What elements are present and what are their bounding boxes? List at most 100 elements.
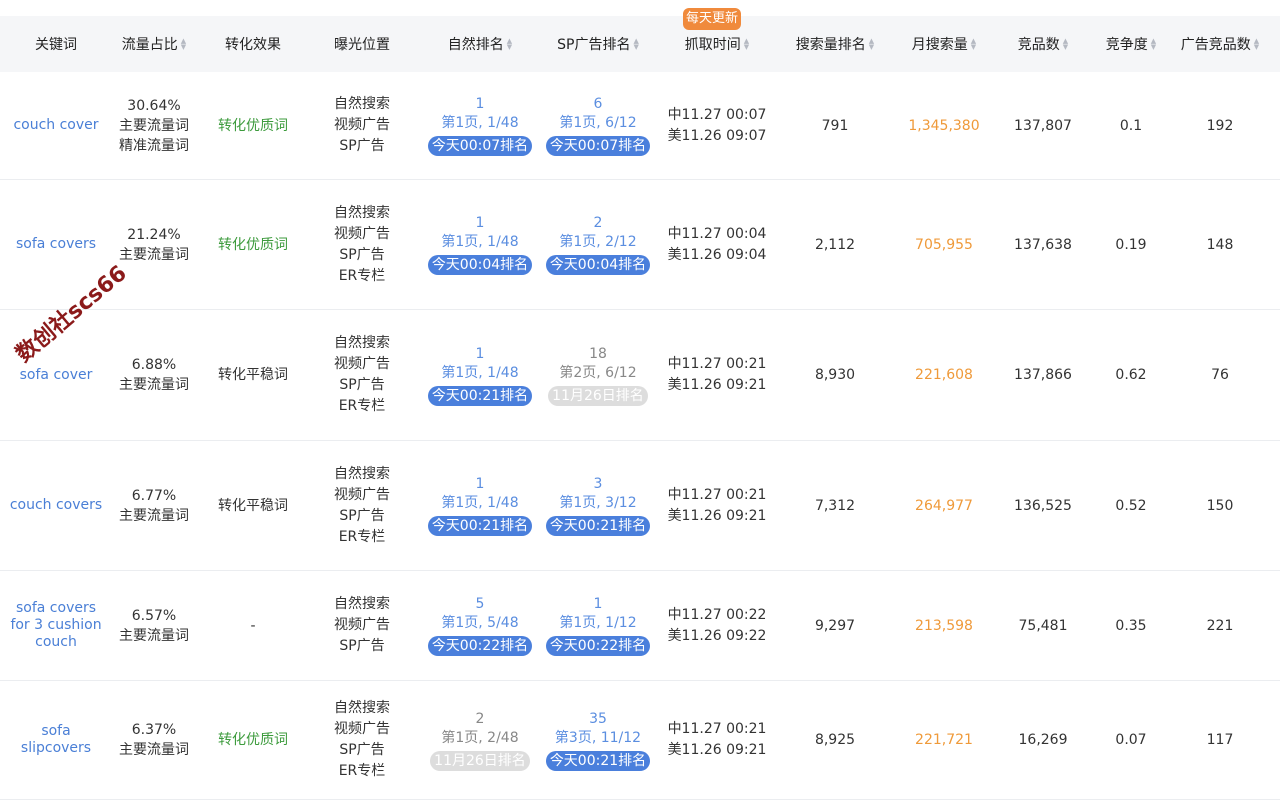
keyword-link[interactable]: for 3 cushion xyxy=(10,617,101,634)
header-sp-rank[interactable]: SP广告排名 ▲ ▼ xyxy=(539,16,657,72)
cell-traffic: 30.64% 主要流量词 精准流量词 xyxy=(104,72,204,179)
header-competition[interactable]: 竞争度 ▲ ▼ xyxy=(1093,16,1169,72)
cell-search-rank: 2,112 xyxy=(780,180,890,309)
header-ad-competitors[interactable]: 广告竞品数 ▲ ▼ xyxy=(1165,16,1275,72)
natural-rank-number[interactable]: 1 xyxy=(476,475,485,494)
header-label: 竞争度 xyxy=(1105,37,1148,53)
cell-monthly-search: 705,955 xyxy=(894,180,994,309)
natural-rank-number[interactable]: 1 xyxy=(476,345,485,364)
exposure-item: 自然搜索 xyxy=(334,465,390,482)
monthly-search-value[interactable]: 213,598 xyxy=(915,616,973,636)
traffic-percent: 6.57% xyxy=(131,607,177,624)
exposure-item: ER专栏 xyxy=(338,763,386,779)
search-rank-value: 9,297 xyxy=(814,617,856,634)
header-label: 月搜索量 xyxy=(911,37,968,53)
keyword-link[interactable]: slipcovers xyxy=(21,740,91,757)
sp-rank-number[interactable]: 6 xyxy=(594,95,603,114)
header-natural-rank[interactable]: 自然排名 ▲ ▼ xyxy=(421,16,539,72)
natural-rank-badge: 今天00:21排名 xyxy=(427,516,533,536)
sort-icon[interactable]: ▲ ▼ xyxy=(1254,38,1259,51)
traffic-percent: 6.77% xyxy=(131,487,177,504)
cell-monthly-search: 264,977 xyxy=(894,441,994,570)
natural-rank-number[interactable]: 1 xyxy=(476,95,485,114)
sp-rank-page[interactable]: 第1页, 2/12 xyxy=(559,233,636,252)
cell-search-rank: 7,312 xyxy=(780,441,890,570)
cell-competitors: 137,807 xyxy=(993,72,1093,179)
sp-rank-page[interactable]: 第2页, 6/12 xyxy=(559,364,636,383)
header-label: 抓取时间 xyxy=(684,37,741,53)
exposure-item: SP广告 xyxy=(339,742,385,758)
cell-sp-rank: 3 第1页, 3/12 今天00:21排名 xyxy=(539,441,657,570)
cell-ad-competitors: 150 xyxy=(1165,441,1275,570)
cell-traffic: 6.37% 主要流量词 xyxy=(104,681,204,799)
cell-competitors: 136,525 xyxy=(993,441,1093,570)
crawl-time-line: 美11.26 09:22 xyxy=(667,627,767,644)
sp-rank-page[interactable]: 第1页, 3/12 xyxy=(559,494,636,513)
cell-natural-rank: 1 第1页, 1/48 今天00:21排名 xyxy=(421,310,539,440)
traffic-percent: 6.37% xyxy=(131,722,177,738)
competition-value: 0.07 xyxy=(1115,732,1147,748)
header-competitors[interactable]: 竞品数 ▲ ▼ xyxy=(993,16,1093,72)
competition-value: 0.62 xyxy=(1115,367,1147,383)
monthly-search-value[interactable]: 221,608 xyxy=(915,365,973,385)
keyword-link[interactable]: sofa cover xyxy=(20,367,93,384)
monthly-search-value[interactable]: 264,977 xyxy=(915,496,973,516)
natural-rank-page[interactable]: 第1页, 1/48 xyxy=(441,494,518,513)
monthly-search-value[interactable]: 1,345,380 xyxy=(908,116,979,136)
sp-rank-number[interactable]: 18 xyxy=(589,345,607,364)
sp-rank-number[interactable]: 1 xyxy=(594,595,603,614)
conversion-label: - xyxy=(250,617,256,634)
exposure-item: 视频广告 xyxy=(334,117,390,133)
sort-icon[interactable]: ▲ ▼ xyxy=(507,38,512,51)
monthly-search-value[interactable]: 705,955 xyxy=(915,235,973,255)
sp-rank-number[interactable]: 2 xyxy=(594,214,603,233)
header-monthly-search[interactable]: 月搜索量 ▲ ▼ xyxy=(894,16,994,72)
ad-competitors-value: 148 xyxy=(1206,236,1234,253)
cell-exposure: 自然搜索 视频广告 SP广告 xyxy=(307,72,417,179)
sp-rank-page[interactable]: 第3页, 11/12 xyxy=(555,729,641,748)
keyword-link[interactable]: couch xyxy=(35,634,77,651)
sort-icon[interactable]: ▲ ▼ xyxy=(1063,38,1068,51)
natural-rank-number[interactable]: 1 xyxy=(476,214,485,233)
natural-rank-page[interactable]: 第1页, 1/48 xyxy=(441,114,518,133)
sort-icon[interactable]: ▲ ▼ xyxy=(633,38,638,51)
sp-rank-number[interactable]: 3 xyxy=(594,475,603,494)
sort-icon[interactable]: ▲ ▼ xyxy=(971,38,976,51)
sort-icon[interactable]: ▲ ▼ xyxy=(1151,38,1156,51)
cell-competitors: 16,269 xyxy=(993,681,1093,799)
natural-rank-page[interactable]: 第1页, 1/48 xyxy=(441,364,518,383)
header-search-rank[interactable]: 搜索量排名 ▲ ▼ xyxy=(780,16,890,72)
sp-rank-page[interactable]: 第1页, 1/12 xyxy=(559,614,636,633)
traffic-tag: 主要流量词 xyxy=(119,377,189,393)
sort-icon[interactable]: ▲ ▼ xyxy=(744,38,749,51)
keyword-link[interactable]: sofa covers xyxy=(16,600,96,617)
cell-competition: 0.35 xyxy=(1093,571,1169,680)
keyword-link[interactable]: couch cover xyxy=(13,117,98,134)
natural-rank-page[interactable]: 第1页, 2/48 xyxy=(441,729,518,748)
keyword-link[interactable]: sofa covers xyxy=(16,236,96,253)
natural-rank-badge: 今天00:07排名 xyxy=(427,136,533,156)
cell-sp-rank: 35 第3页, 11/12 今天00:21排名 xyxy=(539,681,657,799)
conversion-label: 转化平稳词 xyxy=(218,367,288,383)
table-row: sofa covers for 3 cushion couch 6.57% 主要流量词 -… xyxy=(0,571,1280,681)
natural-rank-number[interactable]: 2 xyxy=(476,710,485,729)
exposure-item: 视频广告 xyxy=(334,486,390,503)
keyword-link[interactable]: sofa xyxy=(41,723,70,740)
sort-icon[interactable]: ▲ ▼ xyxy=(181,38,186,51)
header-label: SP广告排名 xyxy=(557,37,631,53)
header-traffic[interactable]: 流量占比 ▲ ▼ xyxy=(104,16,204,72)
crawl-time-line: 中11.27 00:07 xyxy=(667,106,767,123)
monthly-search-value[interactable]: 221,721 xyxy=(915,730,973,750)
header-label: 竞品数 xyxy=(1017,37,1060,53)
competitors-value: 137,638 xyxy=(1014,236,1072,253)
natural-rank-page[interactable]: 第1页, 5/48 xyxy=(441,614,518,633)
header-conversion: 转化效果 xyxy=(205,16,301,72)
header-label: 流量占比 xyxy=(121,37,178,53)
sp-rank-number[interactable]: 35 xyxy=(589,710,607,729)
keyword-link[interactable]: couch covers xyxy=(10,497,102,514)
natural-rank-page[interactable]: 第1页, 1/48 xyxy=(441,233,518,252)
competitors-value: 137,866 xyxy=(1014,367,1072,383)
natural-rank-number[interactable]: 5 xyxy=(476,595,485,614)
sp-rank-page[interactable]: 第1页, 6/12 xyxy=(559,114,636,133)
sort-icon[interactable]: ▲ ▼ xyxy=(869,38,874,51)
